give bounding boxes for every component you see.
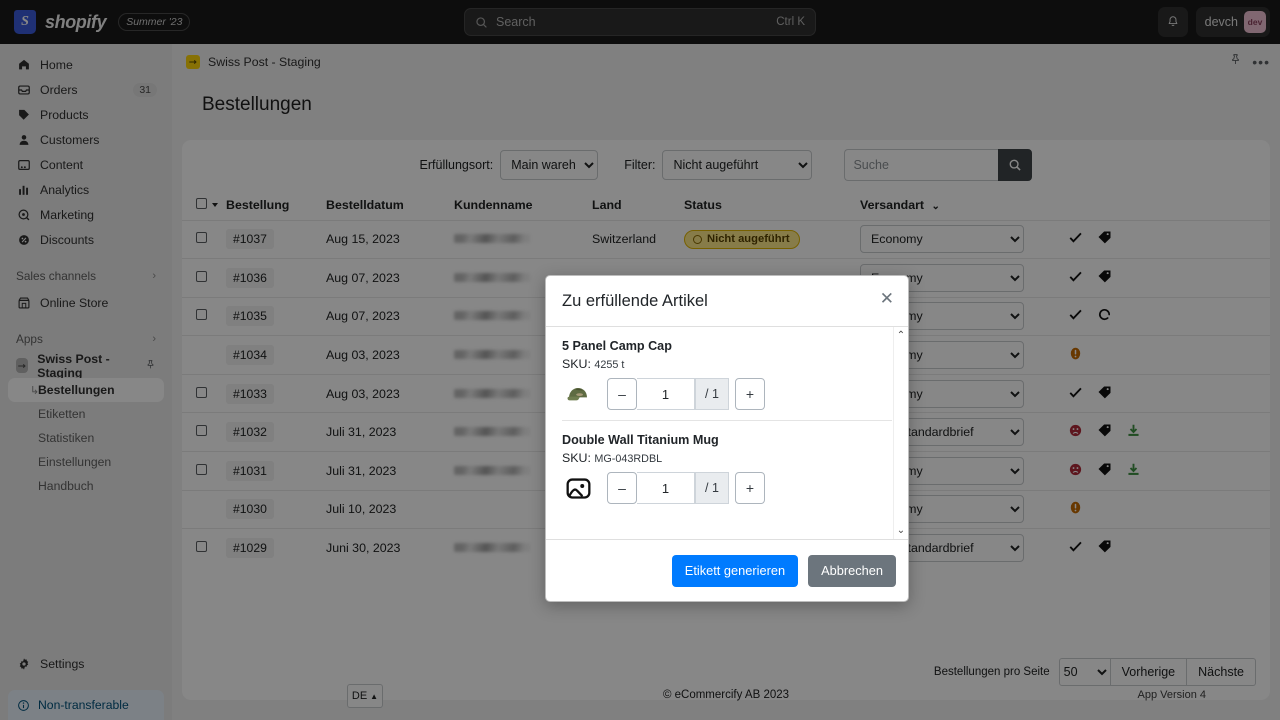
max-quantity-label: / 1 (695, 378, 729, 410)
scroll-down-icon[interactable]: ⌄ (897, 525, 905, 536)
item-sku-label: SKU: (562, 357, 591, 371)
quantity-input[interactable] (637, 378, 695, 410)
generate-label-button[interactable]: Etikett generieren (671, 554, 799, 587)
quantity-input[interactable] (637, 472, 695, 504)
quantity-stepper: – / 1 + (607, 472, 765, 504)
increase-quantity-button[interactable]: + (735, 378, 765, 410)
close-icon[interactable]: ✕ (880, 290, 894, 307)
fulfill-item: 5 Panel Camp Cap SKU: 4255 t – 1 / 1 + (562, 339, 892, 420)
cancel-button[interactable]: Abbrechen (808, 554, 896, 587)
decrease-quantity-button[interactable]: – (607, 472, 637, 504)
decrease-quantity-button[interactable]: – (607, 378, 637, 410)
fulfill-item: Double Wall Titanium Mug SKU: MG-043RDBL… (562, 420, 892, 514)
item-quantity-row: – / 1 + (562, 472, 892, 504)
cap-image (562, 380, 594, 408)
item-name: Double Wall Titanium Mug (562, 433, 719, 447)
item-sku-row: SKU: MG-043RDBL (562, 451, 892, 465)
item-sku-value: MG-043RDBL (594, 453, 663, 465)
modal-footer: Etikett generieren Abbrechen (546, 539, 908, 601)
item-sku-label: SKU: (562, 451, 591, 465)
item-sku-row: SKU: 4255 t (562, 357, 892, 371)
quantity-stepper: – / 1 + (607, 378, 765, 410)
modal-body: 5 Panel Camp Cap SKU: 4255 t – 1 / 1 + D… (546, 327, 908, 539)
placeholder-image-icon (562, 474, 594, 502)
fulfill-items-modal: Zu erfüllende Artikel ✕ 5 Panel Camp Cap… (545, 275, 909, 602)
item-name: 5 Panel Camp Cap (562, 339, 672, 353)
item-quantity-row: – / 1 + (562, 378, 892, 410)
max-quantity-label: / 1 (695, 472, 729, 504)
modal-title: Zu erfüllende Artikel (562, 291, 708, 310)
modal-header: Zu erfüllende Artikel ✕ (546, 276, 908, 327)
increase-quantity-button[interactable]: + (735, 472, 765, 504)
modal-scrollbar[interactable]: ⌃ ⌄ (893, 327, 908, 539)
item-sku-value: 4255 t (594, 359, 625, 371)
scroll-up-icon[interactable]: ⌃ (897, 330, 905, 341)
